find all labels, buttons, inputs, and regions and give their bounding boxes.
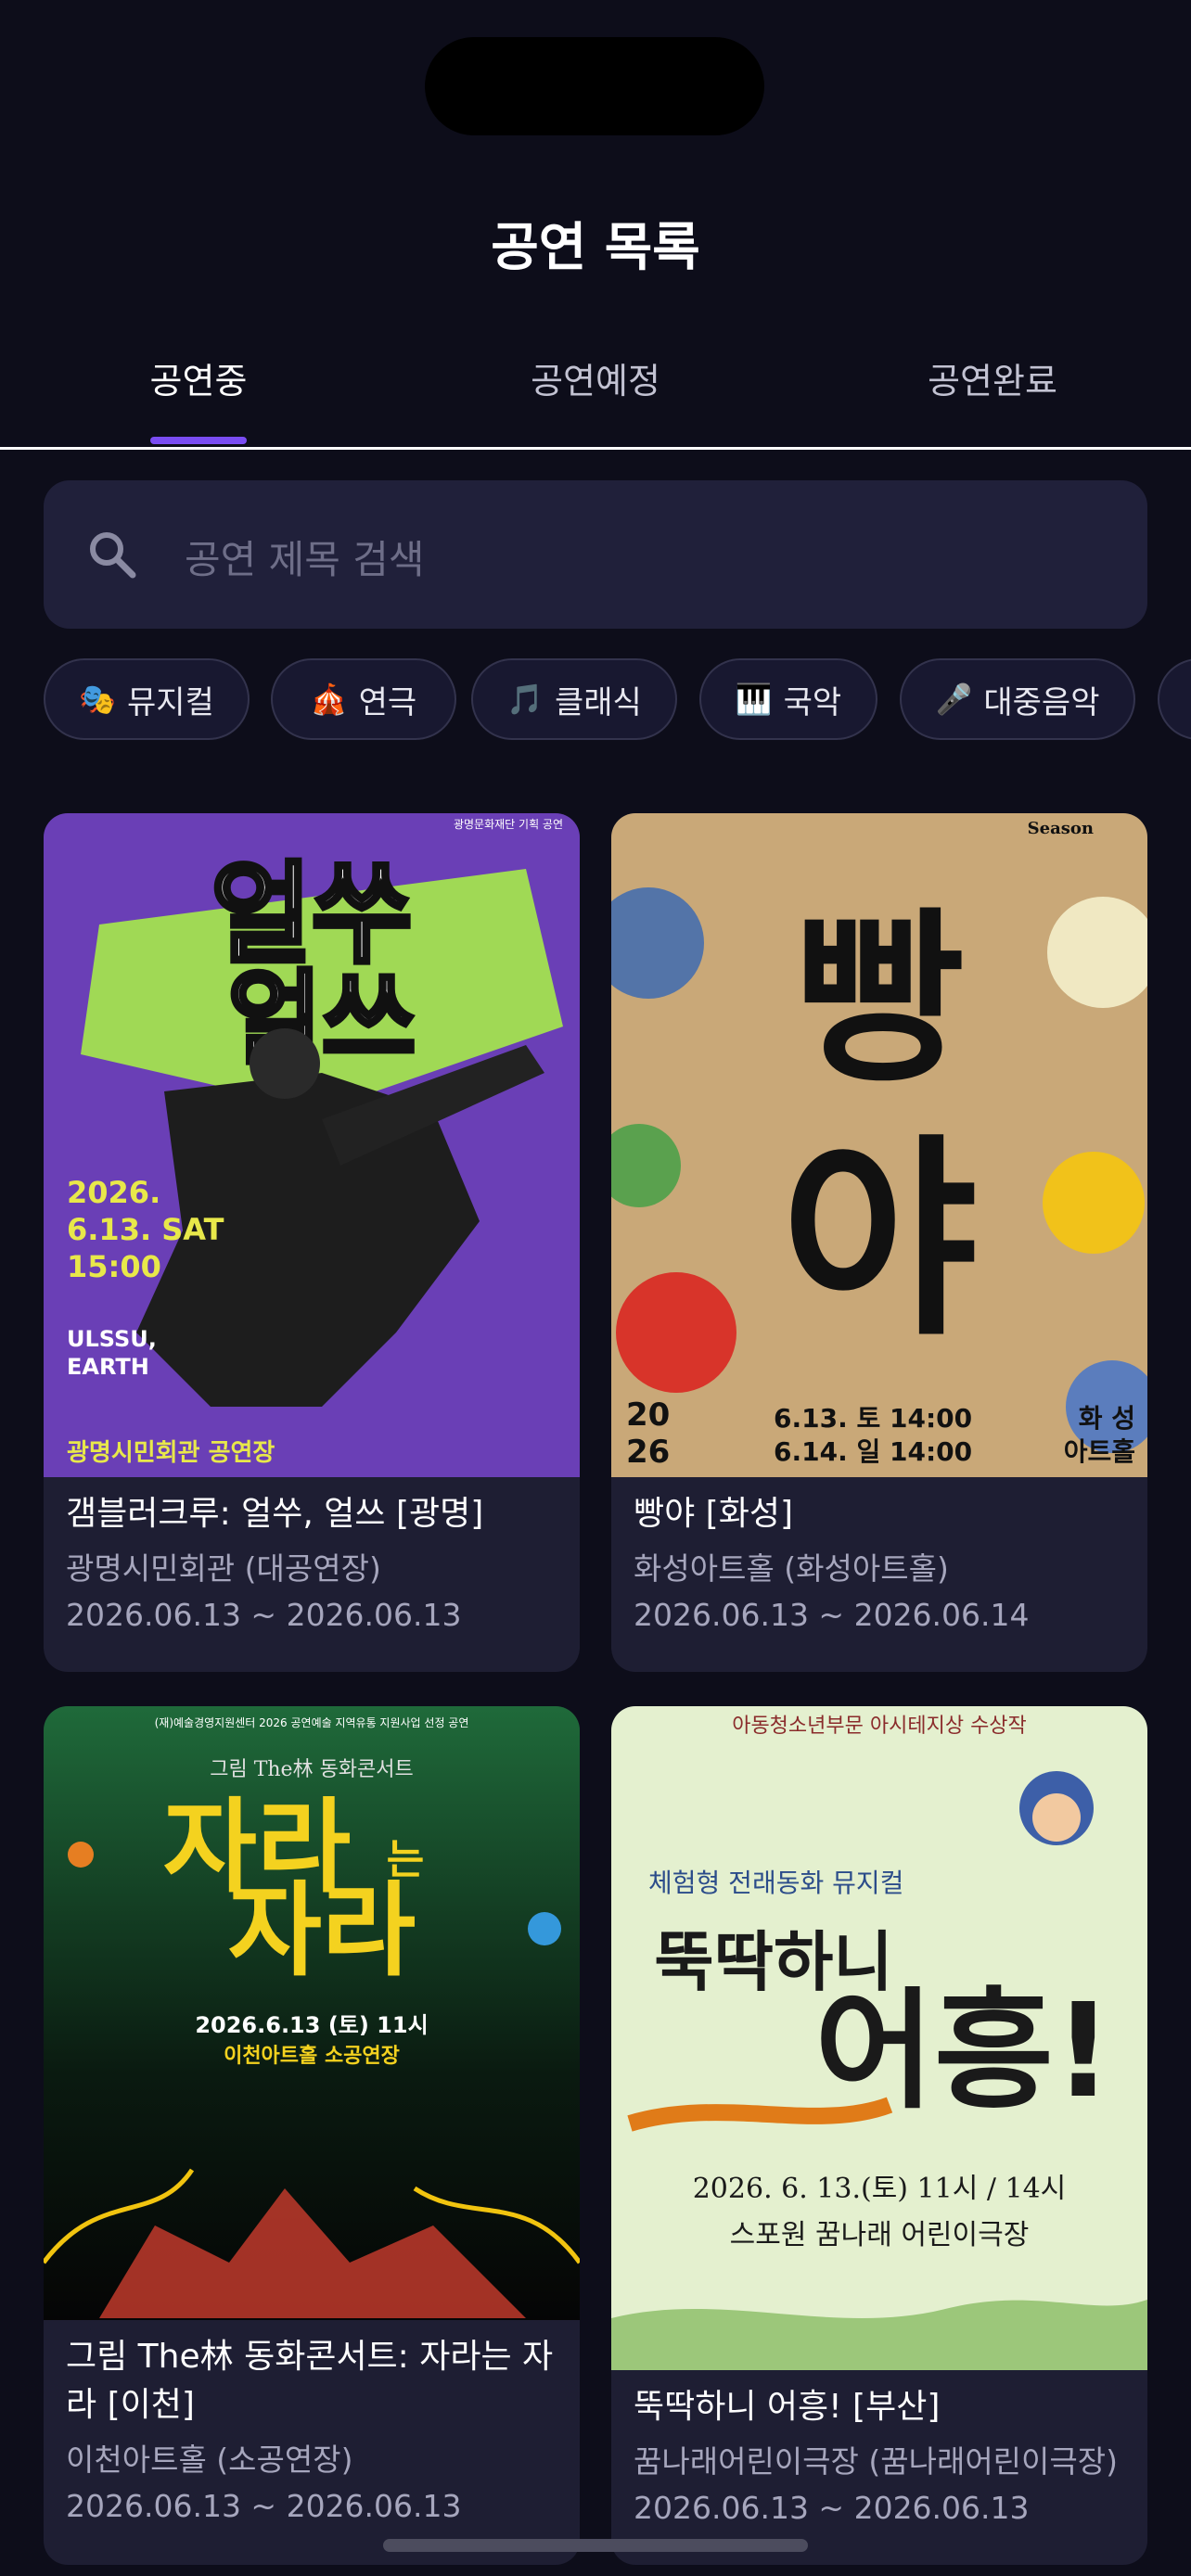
poster-venue: 아트홀 (1064, 1436, 1135, 1467)
poster-image: 얼쑤 얼쓰 광명문화재단 기획 공연 2026. 6.13. SAT 15:00… (44, 813, 580, 1477)
card-info: 갬블러크루: 얼쑤, 얼쓰 [광명] 광명시민회관 (대공연장) 2026.06… (66, 1490, 563, 1639)
poster-year: 20 (626, 1396, 670, 1434)
chip-classic[interactable]: 🎵 클래식 (471, 658, 677, 740)
tab-completed[interactable]: 공연완료 (794, 352, 1191, 403)
poster-subtitle: ULSSU, (67, 1326, 157, 1352)
poster-date: 6.13. SAT (67, 1212, 224, 1247)
poster-image: 아동청소년부문 아시테지상 수상작 체험형 전래동화 뮤지컬 뚝딱하니 어흥! … (611, 1706, 1147, 2370)
poster-image: 빵 야 Season 20 26 6.13. 토 14:00 6.14. 일 1… (611, 813, 1147, 1477)
poster-time: 15:00 (67, 1249, 161, 1284)
chip-label: 대중음악 (983, 683, 1100, 721)
card-title: 갬블러크루: 얼쑤, 얼쓰 [광명] (66, 1495, 484, 1533)
chip-label: 클래식 (555, 683, 642, 721)
card-venue: 꿈나래어린이극장 (꿈나래어린이극장) (634, 2443, 1118, 2480)
poster-subtitle: EARTH (67, 1354, 149, 1380)
poster-date: 2026.6.13 (토) 11시 (195, 2012, 428, 2038)
card-title: 빵야 [화성] (634, 1495, 794, 1533)
card-dates: 2026.06.13 ~ 2026.06.13 (634, 2490, 1030, 2526)
card-title: 그림 The林 동화콘서트: 자라는 자라 [이천] (66, 2338, 554, 2424)
performance-card[interactable]: 아동청소년부문 아시테지상 수상작 체험형 전래동화 뮤지컬 뚝딱하니 어흥! … (611, 1706, 1147, 2565)
poster-top: (재)예술경영지원센터 2026 공연예술 지역유통 지원사업 선정 공연 (155, 1716, 469, 1729)
poster-headline: 야 (781, 1117, 978, 1365)
card-title: 뚝딱하니 어흥! [부산] (634, 2388, 941, 2426)
tab-bar: 공연중 공연예정 공연완료 (0, 325, 1191, 450)
card-venue: 화성아트홀 (화성아트홀) (634, 1550, 949, 1587)
chip-label: 뮤지컬 (127, 683, 214, 721)
active-tab-indicator (150, 437, 247, 444)
poster-date: 6.14. 일 14:00 (774, 1436, 972, 1467)
poster-venue: 이천아트홀 소공연장 (224, 2044, 400, 2068)
card-dates: 2026.06.13 ~ 2026.06.13 (66, 1597, 462, 1633)
poster-venue: 화 성 (1079, 1403, 1135, 1434)
poster-image: (재)예술경영지원센터 2026 공연예술 지역유통 지원사업 선정 공연 그림… (44, 1706, 580, 2320)
tab-now-showing[interactable]: 공연중 (0, 352, 397, 403)
chip-popular-music[interactable]: 🎤 대중음악 (900, 658, 1135, 740)
card-venue: 광명시민회관 (대공연장) (66, 1550, 381, 1587)
poster-tag: Season (1028, 819, 1094, 838)
poster-headline: 빵 (794, 892, 965, 1108)
card-info: 그림 The林 동화콘서트: 자라는 자라 [이천] 이천아트홀 (소공연장) … (66, 2333, 563, 2530)
poster-org: 광명문화재단 기획 공연 (454, 818, 563, 831)
card-info: 뚝딱하니 어흥! [부산] 꿈나래어린이극장 (꿈나래어린이극장) 2026.0… (634, 2383, 1131, 2531)
music-note-icon: 🎵 (506, 682, 544, 717)
microphone-icon: 🎤 (935, 682, 973, 717)
dynamic-island (425, 37, 764, 135)
piano-icon: 🎹 (735, 682, 773, 717)
poster-subtitle: 체험형 전래동화 뮤지컬 (648, 1868, 903, 1898)
card-venue: 이천아트홀 (소공연장) (66, 2442, 353, 2478)
category-chips: 🎭 뮤지컬 🎪 연극 🎵 클래식 🎹 국악 🎤 대중음악 (0, 658, 1191, 746)
poster-venue: 스포원 꿈나래 어린이극장 (730, 2219, 1030, 2251)
performance-card[interactable]: (재)예술경영지원센터 2026 공연예술 지역유통 지원사업 선정 공연 그림… (44, 1706, 580, 2565)
search-bar[interactable]: 공연 제목 검색 (44, 480, 1147, 629)
performance-card[interactable]: 빵 야 Season 20 26 6.13. 토 14:00 6.14. 일 1… (611, 813, 1147, 1672)
poster-venue: 광명시민회관 공연장 (67, 1439, 275, 1467)
chip-label: 연극 (358, 683, 417, 721)
chip-musical[interactable]: 🎭 뮤지컬 (44, 658, 250, 740)
home-indicator[interactable] (383, 2539, 808, 2552)
chip-label: 국악 (783, 683, 842, 721)
page-title: 공연 목록 (491, 218, 700, 278)
poster-year: 26 (626, 1434, 670, 1471)
card-info: 빵야 [화성] 화성아트홀 (화성아트홀) 2026.06.13 ~ 2026.… (634, 1490, 1131, 1639)
card-dates: 2026.06.13 ~ 2026.06.13 (66, 2488, 462, 2524)
theater-masks-icon: 🎭 (79, 682, 116, 717)
chip-play[interactable]: 🎪 연극 (271, 658, 456, 740)
poster-date: 6.13. 토 14:00 (774, 1403, 972, 1434)
poster-top: 아동청소년부문 아시테지상 수상작 (732, 1715, 1027, 1738)
tab-upcoming[interactable]: 공연예정 (397, 352, 794, 403)
search-input[interactable]: 공연 제목 검색 (185, 529, 425, 585)
poster-series: 그림 The林 동화콘서트 (210, 1758, 414, 1781)
search-icon (90, 532, 136, 579)
chip-gugak[interactable]: 🎹 국악 (699, 658, 877, 740)
poster-date: 2026. 6. 13.(토) 11시 / 14시 (693, 2173, 1067, 2205)
circus-tent-icon: 🎪 (310, 682, 348, 717)
performance-card[interactable]: 얼쑤 얼쓰 광명문화재단 기획 공연 2026. 6.13. SAT 15:00… (44, 813, 580, 1672)
chip-more[interactable] (1158, 658, 1191, 740)
poster-headline: 자라 (228, 1871, 416, 1990)
poster-date: 2026. (67, 1175, 160, 1210)
card-dates: 2026.06.13 ~ 2026.06.14 (634, 1597, 1030, 1633)
